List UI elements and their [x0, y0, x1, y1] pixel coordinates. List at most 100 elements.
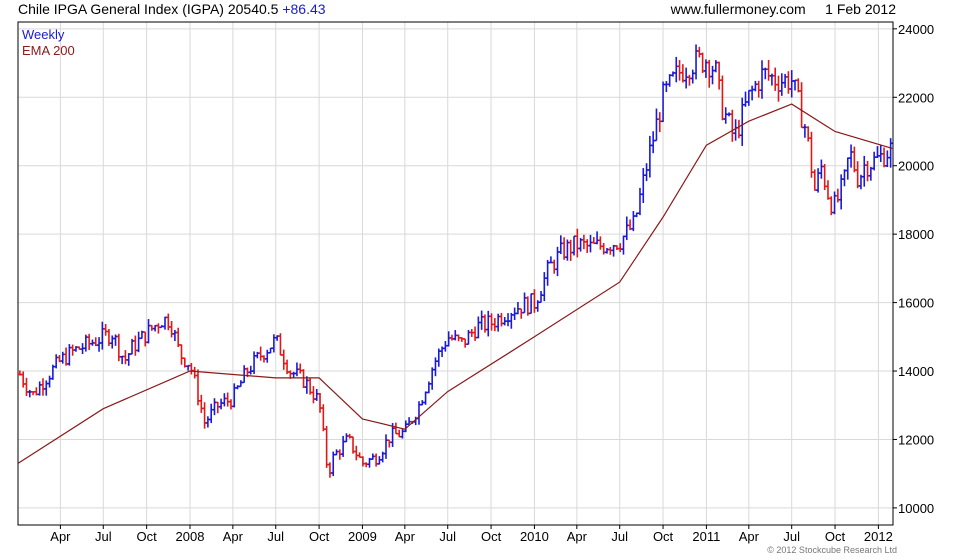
weekly-bar [304, 376, 309, 394]
weekly-bar [400, 428, 405, 439]
weekly-bar [539, 290, 544, 304]
x-tick-label: Jul [611, 529, 628, 544]
weekly-bar [172, 329, 177, 342]
weekly-bar [806, 126, 811, 142]
weekly-bar [476, 316, 481, 339]
weekly-bar [242, 365, 247, 384]
weekly-bar [842, 169, 847, 187]
weekly-bar [301, 369, 306, 389]
weekly-bar [354, 445, 359, 461]
weekly-bar [21, 371, 26, 388]
weekly-bar [786, 71, 791, 94]
weekly-bar [545, 259, 550, 286]
weekly-bar [163, 316, 168, 330]
weekly-bar [773, 67, 778, 91]
weekly-bar [532, 289, 537, 313]
weekly-bar [463, 338, 468, 348]
weekly-bar [24, 377, 29, 397]
weekly-bar [479, 310, 484, 330]
x-tick-label: Oct [481, 529, 502, 544]
x-tick-label: Apr [739, 529, 760, 544]
weekly-bar [789, 70, 794, 98]
y-tick-label: 10000 [898, 501, 934, 516]
y-tick-label: 20000 [898, 159, 934, 174]
weekly-bar [209, 403, 214, 424]
weekly-bar [621, 235, 626, 255]
x-tick-label: Jul [439, 529, 456, 544]
weekly-bar [568, 239, 573, 261]
weekly-bar [278, 333, 283, 356]
weekly-bar [423, 391, 428, 405]
weekly-bar [103, 323, 108, 336]
weekly-bar [37, 381, 42, 396]
x-tick-label: Oct [825, 529, 846, 544]
weekly-bar [87, 333, 92, 351]
weekly-bar [179, 344, 184, 365]
legend-weekly: Weekly [22, 27, 65, 42]
weekly-bar [746, 89, 751, 106]
weekly-bar [506, 313, 511, 327]
x-tick-label: Apr [223, 529, 244, 544]
weekly-bar [825, 180, 830, 200]
weekly-bar [730, 109, 735, 142]
x-tick-label: Oct [137, 529, 158, 544]
weekly-bar [720, 75, 725, 121]
weekly-bar [743, 91, 748, 107]
weekly-bar [529, 293, 534, 315]
weekly-bar [126, 353, 131, 366]
weekly-bar [215, 401, 220, 414]
weekly-bar [27, 389, 32, 398]
x-tick-label: 2010 [520, 529, 549, 544]
weekly-bar [40, 378, 45, 396]
weekly-bar [684, 67, 689, 89]
legend-ema: EMA 200 [22, 43, 75, 58]
weekly-bar [60, 351, 65, 364]
weekly-bar [862, 155, 867, 187]
weekly-bar [792, 79, 797, 91]
weekly-bar [677, 60, 682, 81]
weekly-bar [176, 327, 181, 347]
weekly-bar [199, 394, 204, 413]
x-tick-label: Jul [267, 529, 284, 544]
weekly-bar [542, 272, 547, 302]
x-tick-label: Jul [783, 529, 800, 544]
weekly-bar [680, 64, 685, 83]
x-tick-label: Apr [567, 529, 588, 544]
weekly-bar [575, 228, 580, 258]
weekly-bar [265, 349, 270, 363]
weekly-bar [44, 380, 49, 396]
weekly-bar [136, 331, 141, 353]
weekly-bar [499, 312, 504, 327]
y-tick-label: 22000 [898, 90, 934, 105]
weekly-bar [657, 112, 662, 133]
weekly-bar [110, 335, 115, 349]
weekly-bar [852, 146, 857, 173]
weekly-bar [489, 313, 494, 331]
weekly-bar [360, 456, 365, 467]
weekly-bar [637, 187, 642, 216]
weekly-bar [519, 308, 524, 319]
weekly-bar [156, 323, 161, 334]
copyright-note: © 2012 Stockcube Research Ltd [767, 545, 897, 555]
weekly-bar [195, 369, 200, 406]
weekly-bar [654, 108, 659, 142]
weekly-bar [473, 326, 478, 341]
x-tick-label: Apr [395, 529, 416, 544]
weekly-bar [324, 425, 329, 468]
x-tick-label: 2009 [348, 529, 377, 544]
weekly-bar [651, 131, 656, 154]
weekly-bar [327, 462, 332, 478]
weekly-bar [845, 157, 850, 180]
x-tick-label: Oct [309, 529, 330, 544]
weekly-bar [407, 417, 412, 426]
weekly-bar [222, 393, 227, 407]
weekly-bar [885, 150, 890, 168]
weekly-bar [697, 46, 702, 58]
weekly-bar [882, 147, 887, 168]
weekly-bar [687, 74, 692, 86]
weekly-bar [766, 59, 771, 81]
weekly-bar [47, 375, 52, 388]
weekly-bar [760, 60, 765, 99]
weekly-bar [723, 107, 728, 124]
weekly-bar [802, 124, 807, 138]
